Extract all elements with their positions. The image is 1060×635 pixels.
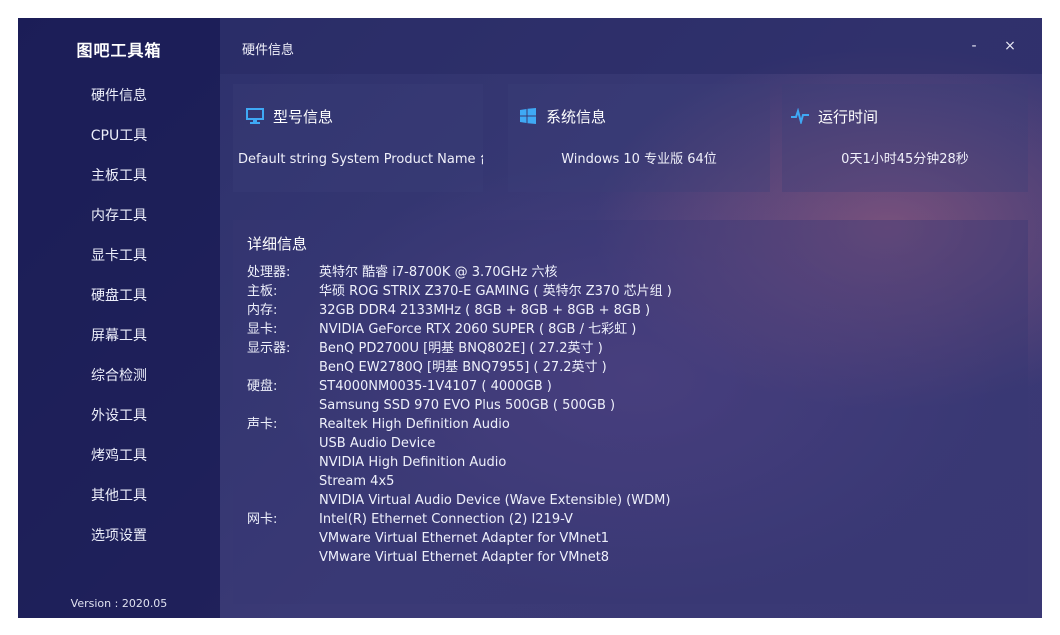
uptime-card: 运行时间 0天1小时45分钟28秒 — [782, 84, 1028, 192]
model-info-header: 型号信息 — [245, 106, 333, 126]
system-info-header: 系统信息 — [518, 106, 606, 126]
detail-value: NVIDIA Virtual Audio Device (Wave Extens… — [319, 493, 671, 508]
detail-value: 32GB DDR4 2133MHz ( 8GB + 8GB + 8GB + 8G… — [319, 303, 651, 318]
detail-label: 网卡: — [247, 512, 278, 527]
uptime-value: 0天1小时45分钟28秒 — [841, 152, 969, 167]
detail-label: 硬盘: — [247, 379, 278, 394]
sidebar-item-peripheral-tools[interactable]: 外设工具 — [18, 396, 220, 436]
detail-value: VMware Virtual Ethernet Adapter for VMne… — [319, 531, 610, 546]
sidebar-item-disk-tools[interactable]: 硬盘工具 — [18, 276, 220, 316]
detail-value: NVIDIA GeForce RTX 2060 SUPER ( 8GB / 七彩… — [319, 322, 637, 337]
model-info-value: Default string System Product Name 台 — [238, 152, 483, 167]
version-label: Version : 2020.05 — [70, 597, 168, 610]
close-button[interactable]: × — [1000, 36, 1020, 56]
detail-label: 主板: — [247, 284, 278, 299]
sidebar-item-settings[interactable]: 选项设置 — [18, 516, 220, 556]
app-window: 图吧工具箱 硬件信息 CPU工具 主板工具 内存工具 显卡工具 硬盘工具 屏幕工… — [18, 18, 1042, 618]
detail-value: BenQ PD2700U [明基 BNQ802E] ( 27.2英寸 ) — [319, 341, 603, 356]
detail-label: 显示器: — [247, 341, 291, 356]
sidebar-item-gpu-tools[interactable]: 显卡工具 — [18, 236, 220, 276]
system-info-title: 系统信息 — [546, 107, 607, 126]
sidebar-item-other-tools[interactable]: 其他工具 — [18, 476, 220, 516]
system-info-card: 系统信息 Windows 10 专业版 64位 — [508, 84, 770, 192]
monitor-icon — [245, 106, 265, 126]
detail-value: USB Audio Device — [319, 436, 436, 451]
pulse-icon — [790, 106, 810, 126]
detail-label: 处理器: — [247, 265, 291, 280]
detail-value: ST4000NM0035-1V4107 ( 4000GB ) — [319, 379, 552, 394]
sidebar: 图吧工具箱 硬件信息 CPU工具 主板工具 内存工具 显卡工具 硬盘工具 屏幕工… — [18, 18, 220, 618]
detail-value: Intel(R) Ethernet Connection (2) I219-V — [319, 512, 573, 527]
model-info-card: 型号信息 Default string System Product Name … — [233, 84, 483, 192]
detail-label: 显卡: — [247, 322, 278, 337]
windows-icon — [518, 106, 538, 126]
detail-value: Stream 4x5 — [319, 474, 395, 489]
sidebar-nav: 硬件信息 CPU工具 主板工具 内存工具 显卡工具 硬盘工具 屏幕工具 综合检测… — [18, 76, 220, 556]
detail-value: Realtek High Definition Audio — [319, 417, 510, 432]
minimize-button[interactable]: - — [964, 36, 984, 56]
detail-value: 英特尔 酷睿 i7-8700K @ 3.70GHz 六核 — [319, 265, 558, 280]
detail-value: Samsung SSD 970 EVO Plus 500GB ( 500GB ) — [319, 398, 616, 413]
sidebar-item-cpu-tools[interactable]: CPU工具 — [18, 116, 220, 156]
sidebar-item-comprehensive-test[interactable]: 综合检测 — [18, 356, 220, 396]
detail-label: 声卡: — [247, 417, 278, 432]
detail-value: VMware Virtual Ethernet Adapter for VMne… — [319, 550, 610, 565]
model-info-title: 型号信息 — [273, 107, 334, 126]
detail-value: NVIDIA High Definition Audio — [319, 455, 507, 470]
detail-value: BenQ EW2780Q [明基 BNQ7955] ( 27.2英寸 ) — [319, 360, 607, 375]
sidebar-item-hardware-info[interactable]: 硬件信息 — [18, 76, 220, 116]
app-title: 图吧工具箱 — [76, 41, 162, 60]
sidebar-item-stress-tools[interactable]: 烤鸡工具 — [18, 436, 220, 476]
sidebar-item-motherboard-tools[interactable]: 主板工具 — [18, 156, 220, 196]
detail-title: 详细信息 — [247, 235, 308, 253]
detail-value: 华硕 ROG STRIX Z370-E GAMING ( 英特尔 Z370 芯片… — [319, 284, 672, 299]
sidebar-item-screen-tools[interactable]: 屏幕工具 — [18, 316, 220, 356]
detail-panel: 详细信息 处理器: 英特尔 酷睿 i7-8700K @ 3.70GHz 六核 主板… — [233, 220, 1028, 604]
page-title: 硬件信息 — [242, 43, 295, 58]
uptime-title: 运行时间 — [818, 107, 879, 126]
uptime-header: 运行时间 — [790, 106, 878, 126]
title-bar: 硬件信息 - × — [220, 18, 1042, 74]
sidebar-item-memory-tools[interactable]: 内存工具 — [18, 196, 220, 236]
detail-label: 内存: — [247, 303, 278, 318]
system-info-value: Windows 10 专业版 64位 — [561, 152, 717, 167]
